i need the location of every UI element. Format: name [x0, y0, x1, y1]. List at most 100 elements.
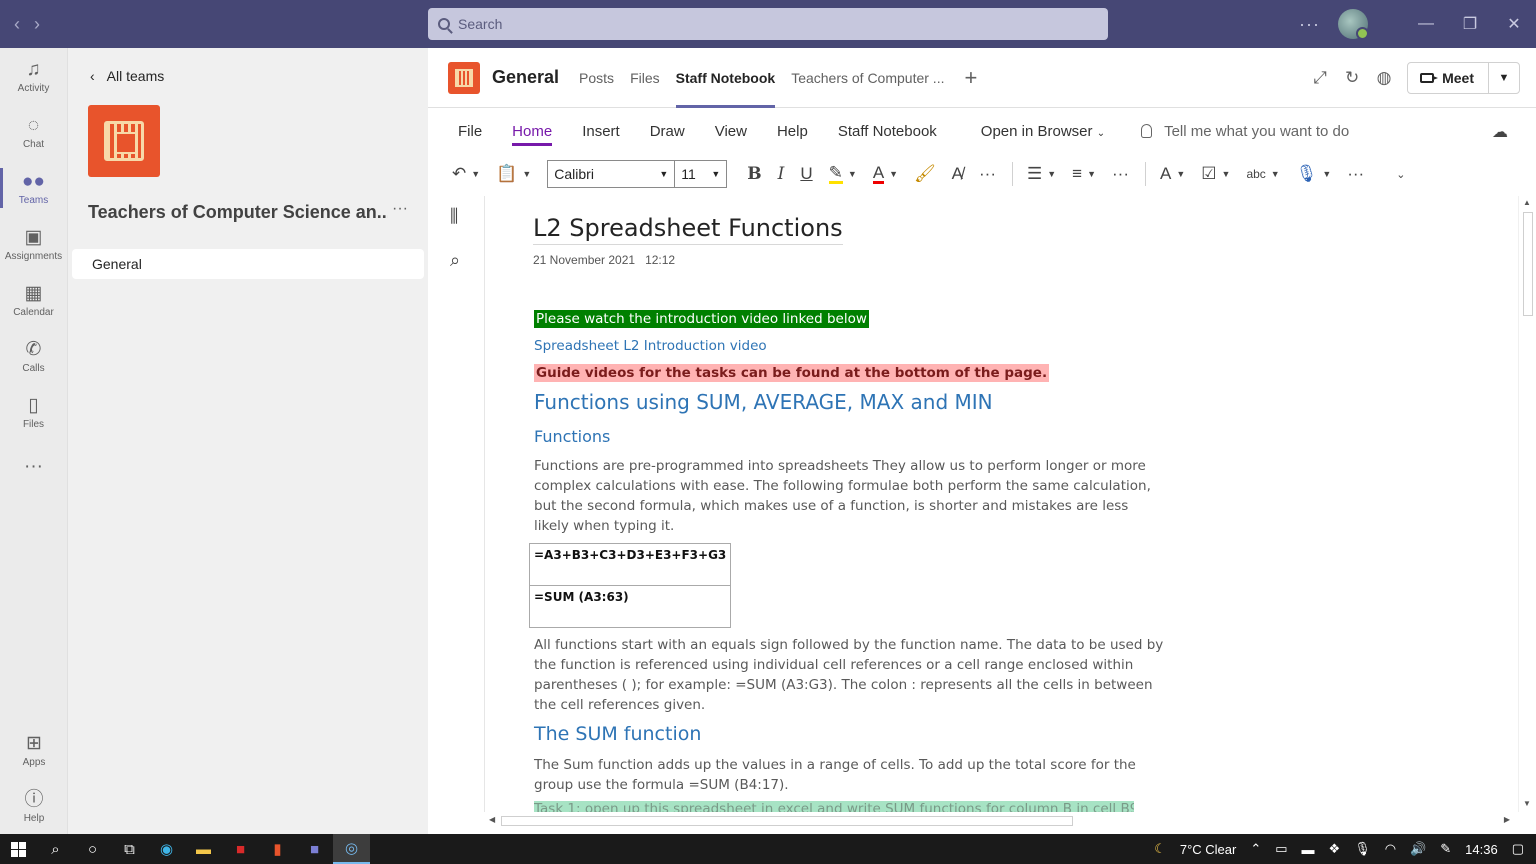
numbering-button[interactable]: ≡ ▼ — [1072, 164, 1096, 184]
scroll-right-icon[interactable]: ▶ — [1504, 815, 1510, 824]
all-teams-link[interactable]: ‹ All teams — [90, 68, 164, 84]
ribbon-collapse-icon[interactable]: ⌄ — [1396, 168, 1405, 181]
rail-item-help[interactable]: ⓘ Help — [0, 778, 68, 834]
notifications-icon[interactable]: ▢ — [1512, 841, 1524, 857]
scroll-up-icon[interactable]: ▲ — [1523, 198, 1531, 207]
rail-item-activity[interactable]: ♫ Activity — [0, 48, 67, 104]
rail-item-chat[interactable]: ◌ Chat — [0, 104, 67, 160]
wifi-icon[interactable]: ◠ — [1385, 841, 1396, 857]
more-icon[interactable]: ··· — [1347, 164, 1364, 184]
underline-icon[interactable]: U — [800, 164, 812, 184]
font-color-button[interactable]: A ▼ — [872, 164, 898, 184]
cortana-icon[interactable]: ○ — [74, 834, 111, 864]
ribbon-tab-help[interactable]: Help — [777, 108, 808, 154]
horizontal-scrollbar[interactable]: ◀ ▶ — [485, 812, 1518, 830]
rail-more-apps[interactable]: ··· — [0, 440, 67, 496]
search-input[interactable]: Search — [428, 8, 1108, 40]
search-icon[interactable]: ⌕ — [450, 250, 460, 271]
add-tab-icon[interactable]: + — [964, 65, 977, 91]
sync-status-icon[interactable]: ☁ — [1492, 122, 1508, 142]
scrollbar-thumb[interactable] — [1523, 212, 1533, 316]
rail-item-calendar[interactable]: ▦ Calendar — [0, 272, 67, 328]
restore-icon[interactable]: ❐ — [1448, 0, 1492, 48]
ribbon-tab-staff-notebook[interactable]: Staff Notebook — [838, 108, 937, 154]
ribbon-tab-home[interactable]: Home — [512, 108, 553, 154]
rail-item-apps[interactable]: ⊞ Apps — [0, 722, 68, 778]
table-cell[interactable]: =SUM (A3:63) — [528, 585, 732, 628]
font-name-select[interactable]: Calibri ▼ — [547, 160, 676, 188]
notebook-page[interactable]: L2 Spreadsheet Functions 21 November 202… — [485, 196, 1518, 814]
table-cell[interactable]: =A3+B3+C3+D3+E3+F3+G3 — [528, 543, 732, 586]
edge-icon[interactable]: ◉ — [148, 834, 185, 864]
font-size-select[interactable]: 11 ▼ — [675, 160, 728, 188]
windows-start-icon[interactable] — [0, 834, 37, 864]
dictate-button[interactable]: 🎙 ▼ — [1296, 164, 1332, 184]
task-view-icon[interactable]: ⧉ — [111, 834, 148, 864]
ribbon-tab-view[interactable]: View — [715, 108, 747, 154]
back-arrow-icon[interactable]: ‹ — [14, 14, 20, 35]
dropbox-icon[interactable]: ❖ — [1329, 841, 1341, 857]
scroll-down-icon[interactable]: ▼ — [1523, 799, 1531, 808]
forward-arrow-icon[interactable]: › — [34, 14, 40, 35]
italic-icon[interactable]: I — [778, 164, 785, 184]
vertical-scrollbar[interactable]: ▲ ▼ — [1518, 196, 1536, 812]
close-icon[interactable]: ✕ — [1492, 0, 1536, 48]
rail-item-calls[interactable]: ✆ Calls — [0, 328, 67, 384]
pen-icon[interactable]: ✎ — [1440, 841, 1451, 857]
rail-item-teams[interactable]: ●● Teams — [0, 160, 67, 216]
ribbon-tab-draw[interactable]: Draw — [650, 108, 685, 154]
refresh-icon[interactable]: ↻ — [1343, 68, 1361, 88]
teams-taskbar-icon[interactable]: ■ — [296, 834, 333, 864]
tell-me-search[interactable]: Tell me what you want to do — [1141, 123, 1349, 140]
page-title[interactable]: L2 Spreadsheet Functions — [533, 214, 843, 245]
office-icon[interactable]: ▮ — [259, 834, 296, 864]
minimize-icon[interactable]: — — [1404, 0, 1448, 48]
active-app-icon[interactable]: ◎ — [333, 834, 370, 864]
spelling-button[interactable]: abc ▼ — [1246, 167, 1279, 181]
tab-posts[interactable]: Posts — [579, 48, 614, 108]
device-icon[interactable]: ▭ — [1275, 841, 1287, 857]
weather-text[interactable]: 7°C Clear — [1180, 842, 1237, 857]
rail-item-files[interactable]: ▯ Files — [0, 384, 67, 440]
tab-staff-notebook[interactable]: Staff Notebook — [675, 48, 775, 108]
file-explorer-icon[interactable]: ▬ — [185, 834, 222, 864]
more-icon[interactable]: ··· — [1112, 164, 1129, 184]
ribbon-tab-insert[interactable]: Insert — [582, 108, 620, 154]
scrollbar-thumb[interactable] — [501, 816, 1073, 826]
volume-icon[interactable]: 🔊 — [1410, 841, 1426, 857]
avatar[interactable] — [1338, 9, 1369, 40]
notebook-icon[interactable]: ⫼ — [450, 206, 458, 227]
undo-button[interactable]: ↶ ▼ — [452, 164, 480, 184]
search-icon[interactable]: ⌕ — [37, 834, 74, 864]
ribbon-tab-file[interactable]: File — [458, 108, 482, 154]
antivirus-icon[interactable]: ■ — [222, 834, 259, 864]
battery-icon[interactable]: ▬ — [1302, 842, 1315, 857]
open-in-browser-button[interactable]: Open in Browser ⌄ — [981, 123, 1105, 140]
scroll-left-icon[interactable]: ◀ — [489, 815, 495, 824]
tag-button[interactable]: ☑ ▼ — [1201, 164, 1230, 184]
channel-item-general[interactable]: General — [72, 249, 424, 279]
settings-more-icon[interactable]: ··· — [1299, 14, 1320, 35]
format-painter-icon[interactable]: 🖌 — [914, 164, 936, 184]
highlight-button[interactable]: ✎ ▼ — [828, 164, 857, 184]
team-more-icon[interactable]: ··· — [392, 200, 408, 218]
tab-files[interactable]: Files — [630, 48, 660, 108]
more-icon[interactable]: ··· — [979, 164, 996, 184]
expand-icon[interactable]: ⤢ — [1311, 68, 1329, 88]
styles-button[interactable]: A ▼ — [1160, 164, 1185, 184]
chevron-down-icon[interactable]: ▼ — [1489, 72, 1519, 84]
clear-formatting-icon[interactable]: A̸ — [952, 164, 963, 184]
paste-button[interactable]: 📋 ▼ — [496, 164, 531, 184]
rail-item-assignments[interactable]: ▣ Assignments — [0, 216, 67, 272]
meet-button-main[interactable]: Meet — [1408, 63, 1489, 93]
microphone-icon[interactable]: 🎙 — [1354, 841, 1371, 857]
clock-text[interactable]: 14:36 — [1465, 842, 1498, 857]
chevron-up-icon[interactable]: ⌃ — [1250, 841, 1261, 857]
globe-icon[interactable]: ◍ — [1375, 68, 1393, 88]
team-name[interactable]: Teachers of Computer Science an... — [88, 202, 388, 223]
bullets-button[interactable]: ☰ ▼ — [1027, 164, 1056, 184]
video-link[interactable]: Spreadsheet L2 Introduction video — [534, 338, 767, 354]
bold-icon[interactable]: B — [747, 164, 761, 184]
tab-teachers[interactable]: Teachers of Computer ... — [791, 48, 944, 108]
meet-button[interactable]: Meet ▼ — [1407, 62, 1520, 94]
